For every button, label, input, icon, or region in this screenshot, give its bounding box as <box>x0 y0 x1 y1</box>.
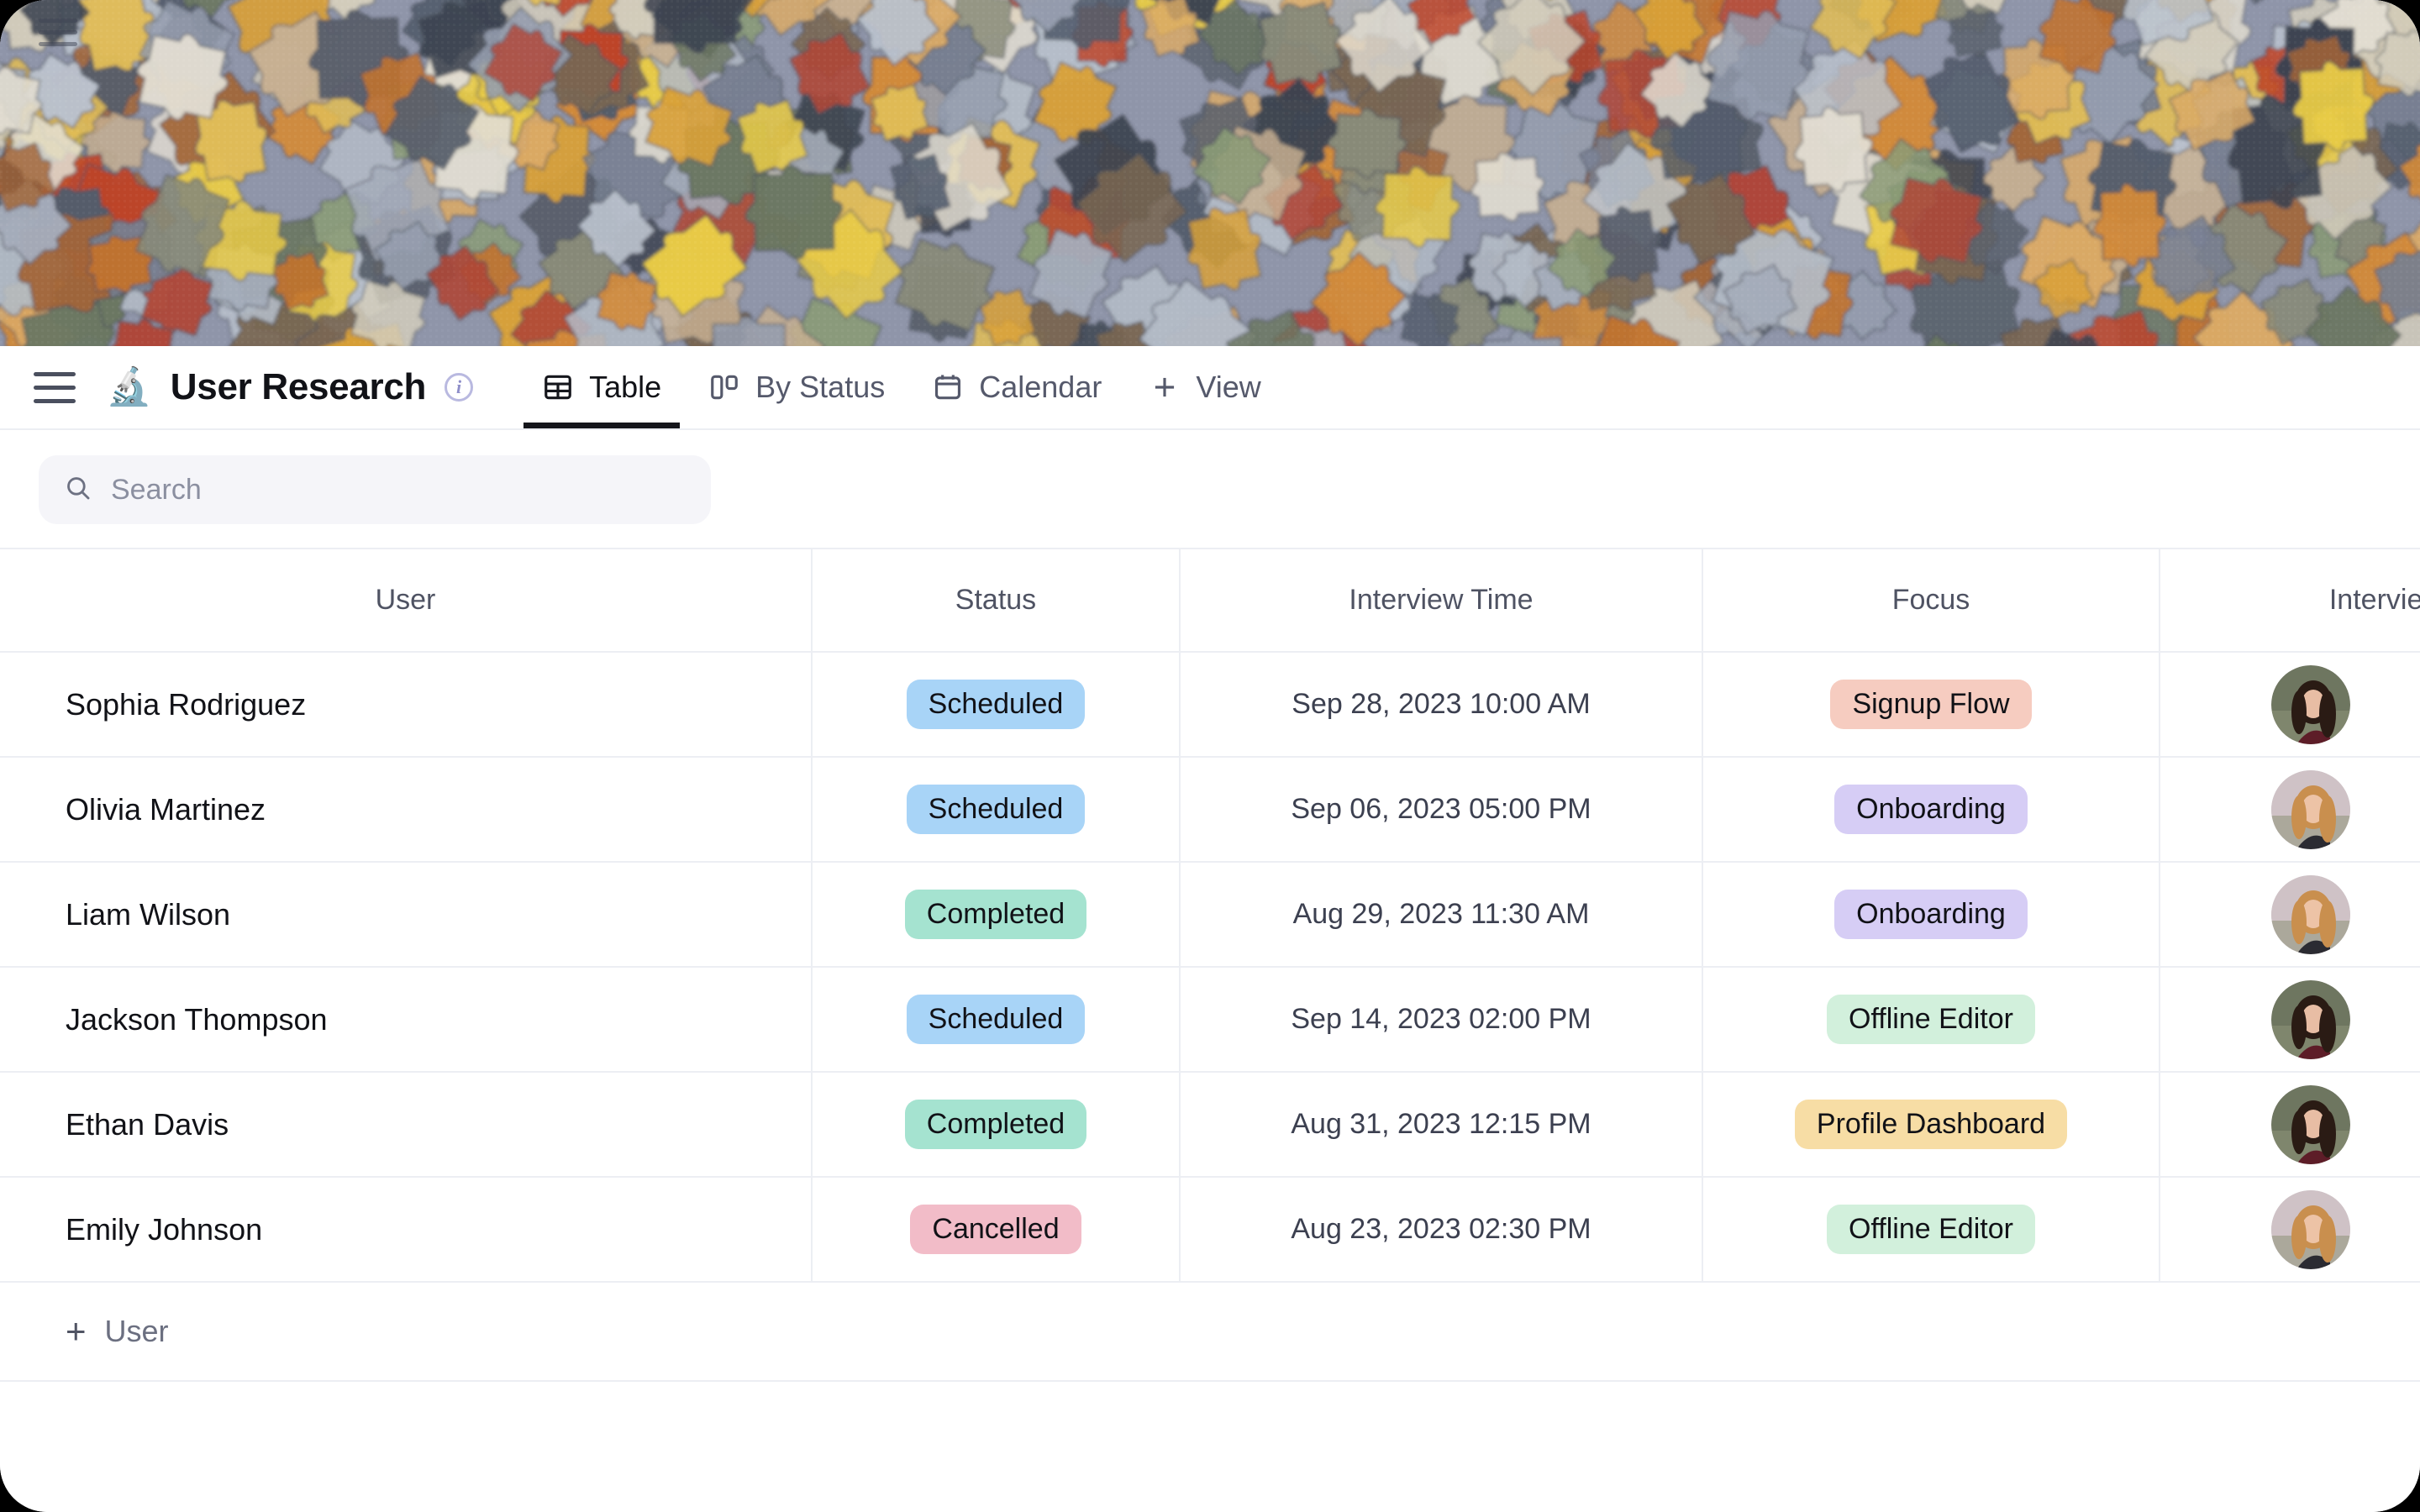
table-scroll-area[interactable]: User Status Interview Time Focus Intervi… <box>0 548 2420 1283</box>
status-badge: Cancelled <box>910 1204 1081 1255</box>
app-window: 🔬 User Research i Table By Status Calend… <box>0 0 2420 1512</box>
table-row[interactable]: Jackson Thompson Scheduled Sep 14, 2023 … <box>0 967 2420 1073</box>
status-badge: Scheduled <box>906 784 1086 835</box>
cell-user[interactable]: Ethan Davis <box>0 1072 813 1178</box>
page-header: 🔬 User Research i Table By Status Calend… <box>0 346 2420 430</box>
cell-interview-time[interactable]: Aug 31, 2023 12:15 PM <box>1180 1072 1703 1178</box>
cell-user[interactable]: Jackson Thompson <box>0 967 813 1073</box>
cell-interview-time[interactable]: Sep 06, 2023 05:00 PM <box>1180 757 1703 863</box>
cell-focus[interactable]: Offline Editor <box>1702 1177 2160 1283</box>
table-row[interactable]: Liam Wilson Completed Aug 29, 2023 11:30… <box>0 862 2420 968</box>
cell-interviewer[interactable] <box>2160 757 2420 863</box>
avatar <box>2271 1084 2350 1164</box>
puzzle-pieces-image <box>0 0 2420 346</box>
tab-calendar-label: Calendar <box>979 370 1102 404</box>
avatar <box>2271 1189 2350 1269</box>
avatar <box>2271 979 2350 1059</box>
cell-status[interactable]: Scheduled <box>812 967 1181 1073</box>
cell-interviewer[interactable] <box>2160 1177 2420 1283</box>
banner-menu-icon[interactable] <box>39 18 77 47</box>
table-row[interactable]: Emily Johnson Cancelled Aug 23, 2023 02:… <box>0 1177 2420 1283</box>
cell-focus[interactable]: Onboarding <box>1702 862 2160 968</box>
tab-add-view-label: View <box>1196 370 1261 404</box>
tab-add-view[interactable]: View <box>1125 346 1284 428</box>
cell-status[interactable]: Cancelled <box>812 1177 1181 1283</box>
focus-badge: Profile Dashboard <box>1794 1099 2068 1150</box>
column-header-user[interactable]: User <box>0 549 813 653</box>
focus-badge: Onboarding <box>1834 889 2028 940</box>
cell-user[interactable]: Olivia Martinez <box>0 757 813 863</box>
records-table: User Status Interview Time Focus Intervi… <box>0 549 2420 1283</box>
focus-badge: Offline Editor <box>1827 994 2035 1045</box>
cell-status[interactable]: Completed <box>812 862 1181 968</box>
table-row[interactable]: Olivia Martinez Scheduled Sep 06, 2023 0… <box>0 757 2420 863</box>
cover-banner <box>0 0 2420 346</box>
focus-badge: Offline Editor <box>1827 1204 2035 1255</box>
table-header-row: User Status Interview Time Focus Intervi… <box>0 549 2420 653</box>
status-badge: Scheduled <box>906 994 1086 1045</box>
cell-status[interactable]: Scheduled <box>812 652 1181 758</box>
table-body: Sophia Rodriguez Scheduled Sep 28, 2023 … <box>0 652 2420 1283</box>
cell-user[interactable]: Liam Wilson <box>0 862 813 968</box>
status-badge: Completed <box>904 1099 1087 1150</box>
search-box[interactable] <box>39 455 711 524</box>
title-group: 🔬 User Research i <box>106 366 474 408</box>
table-row[interactable]: Ethan Davis Completed Aug 31, 2023 12:15… <box>0 1072 2420 1178</box>
add-user-label: User <box>104 1314 169 1348</box>
board-icon <box>708 371 740 403</box>
calendar-icon <box>932 371 964 403</box>
cell-focus[interactable]: Offline Editor <box>1702 967 2160 1073</box>
search-bar-container <box>0 430 2420 548</box>
focus-badge: Signup Flow <box>1830 679 2032 730</box>
status-badge: Completed <box>904 889 1087 940</box>
cell-interview-time[interactable]: Sep 28, 2023 10:00 AM <box>1180 652 1703 758</box>
hamburger-menu-icon[interactable] <box>34 370 76 404</box>
search-input[interactable] <box>111 473 686 507</box>
cell-interviewer[interactable] <box>2160 1072 2420 1178</box>
focus-badge: Onboarding <box>1834 784 2028 835</box>
add-user-row[interactable]: + User <box>0 1283 2420 1382</box>
tab-by-status[interactable]: By Status <box>685 346 908 428</box>
microscope-icon: 🔬 <box>106 366 152 407</box>
cell-interviewer[interactable] <box>2160 967 2420 1073</box>
view-tabs: Table By Status Calendar View <box>518 346 1285 428</box>
cell-focus[interactable]: Signup Flow <box>1702 652 2160 758</box>
tab-calendar[interactable]: Calendar <box>908 346 1125 428</box>
info-icon[interactable]: i <box>445 373 474 402</box>
search-icon <box>64 474 92 507</box>
cell-status[interactable]: Scheduled <box>812 757 1181 863</box>
cell-user[interactable]: Emily Johnson <box>0 1177 813 1283</box>
column-header-focus[interactable]: Focus <box>1702 549 2160 653</box>
page-title: User Research <box>170 366 427 407</box>
cell-focus[interactable]: Profile Dashboard <box>1702 1072 2160 1178</box>
plus-icon <box>1149 371 1181 403</box>
tab-by-status-label: By Status <box>755 370 886 404</box>
cell-focus[interactable]: Onboarding <box>1702 757 2160 863</box>
tab-table-label: Table <box>589 370 662 404</box>
table-icon <box>542 371 574 403</box>
cell-interviewer[interactable] <box>2160 652 2420 758</box>
column-header-interview-time[interactable]: Interview Time <box>1180 549 1703 653</box>
table-row[interactable]: Sophia Rodriguez Scheduled Sep 28, 2023 … <box>0 652 2420 758</box>
cell-interviewer[interactable] <box>2160 862 2420 968</box>
avatar <box>2271 874 2350 954</box>
avatar <box>2271 769 2350 849</box>
column-header-interviewer[interactable]: Interviewer <box>2160 549 2420 653</box>
table-footer-space <box>0 1382 2420 1512</box>
cell-interview-time[interactable]: Aug 23, 2023 02:30 PM <box>1180 1177 1703 1283</box>
cell-status[interactable]: Completed <box>812 1072 1181 1178</box>
column-header-status[interactable]: Status <box>812 549 1181 653</box>
cell-user[interactable]: Sophia Rodriguez <box>0 652 813 758</box>
cell-interview-time[interactable]: Aug 29, 2023 11:30 AM <box>1180 862 1703 968</box>
plus-icon: + <box>66 1311 87 1351</box>
status-badge: Scheduled <box>906 679 1086 730</box>
avatar <box>2271 664 2350 744</box>
cell-interview-time[interactable]: Sep 14, 2023 02:00 PM <box>1180 967 1703 1073</box>
tab-table[interactable]: Table <box>518 346 685 428</box>
